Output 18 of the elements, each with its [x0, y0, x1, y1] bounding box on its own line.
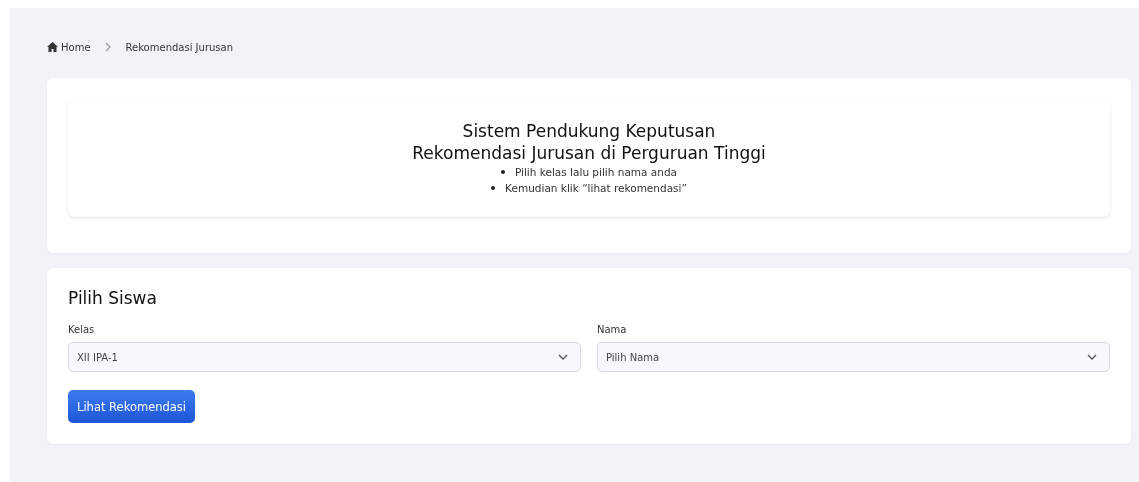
bullet-icon — [500, 170, 505, 174]
select-field[interactable]: Pilih Nama — [597, 342, 1110, 372]
chevron-down-icon — [1087, 354, 1097, 360]
breadcrumb-current: Rekomendasi Jurusan — [125, 41, 234, 53]
section-heading: Pilih Siswa — [68, 288, 158, 308]
instruction-text: Pilih kelas lalu pilih nama anda — [514, 165, 678, 180]
chevron-right-icon — [104, 42, 112, 52]
submit-button[interactable]: Lihat Rekomendasi — [68, 390, 196, 423]
breadcrumb-link[interactable]: Home — [47, 41, 91, 53]
bullet-icon — [491, 186, 496, 190]
instruction-text: Kemudian klik “lihat rekomendasi” — [505, 181, 687, 196]
page-title: Rekomendasi Jurusan di Perguruan Tinggi — [412, 142, 766, 164]
chevron-down-icon — [558, 354, 568, 360]
field-label: Kelas — [68, 324, 96, 335]
select-field[interactable]: XII IPA-1 — [68, 342, 581, 372]
page-title: Sistem Pendukung Keputusan — [462, 120, 716, 142]
home-icon — [47, 42, 58, 52]
field-label: Nama — [597, 324, 628, 335]
